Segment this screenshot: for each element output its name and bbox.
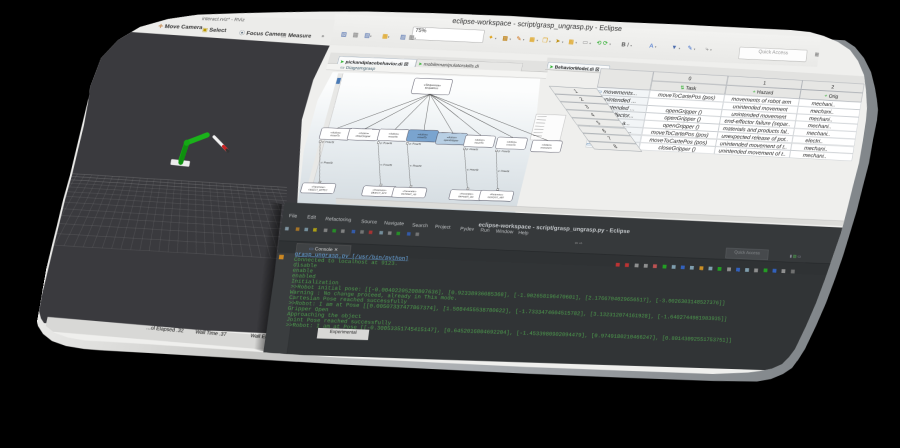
svg-text:moveTo: moveTo xyxy=(506,143,516,147)
svg-text:moveTo: moveTo xyxy=(474,141,485,145)
svg-text:v: PoseSt: v: PoseSt xyxy=(380,163,393,167)
svg-text:p: PoseSt: p: PoseSt xyxy=(498,149,511,153)
svg-text:p: PoseSt: p: PoseSt xyxy=(409,142,422,146)
svg-text:v: PoseSt: v: PoseSt xyxy=(321,161,334,165)
svg-text:OBJECT_APP: OBJECT_APP xyxy=(371,192,388,195)
svg-text:openGripper: openGripper xyxy=(443,138,459,142)
svg-text:moveTo: moveTo xyxy=(417,135,428,139)
svg-text:moveTo: moveTo xyxy=(388,135,399,139)
svg-text:p: PoseSt: p: PoseSt xyxy=(380,141,393,145)
svg-text:moveTo: moveTo xyxy=(330,133,341,137)
svg-text:OBJECT_DETEC: OBJECT_DETEC xyxy=(308,189,328,192)
svg-text:DEPOSIT_DN: DEPOSIT_DN xyxy=(458,195,474,198)
svg-text:p: PoseSt: p: PoseSt xyxy=(322,140,335,144)
svg-text:closeGripper: closeGripper xyxy=(355,134,371,138)
svg-text:sequence: sequence xyxy=(425,86,440,90)
svg-text:v: PoseSt: v: PoseSt xyxy=(467,168,480,172)
svg-text:v: PoseSt: v: PoseSt xyxy=(498,169,510,173)
svg-text:p: PoseSt: p: PoseSt xyxy=(466,147,479,151)
svg-text:DEPOSIT_ABT: DEPOSIT_ABT xyxy=(487,196,504,199)
svg-text:v: PoseSt: v: PoseSt xyxy=(410,164,423,168)
svg-text:DEPOSIT_AB: DEPOSIT_AB xyxy=(401,193,417,196)
